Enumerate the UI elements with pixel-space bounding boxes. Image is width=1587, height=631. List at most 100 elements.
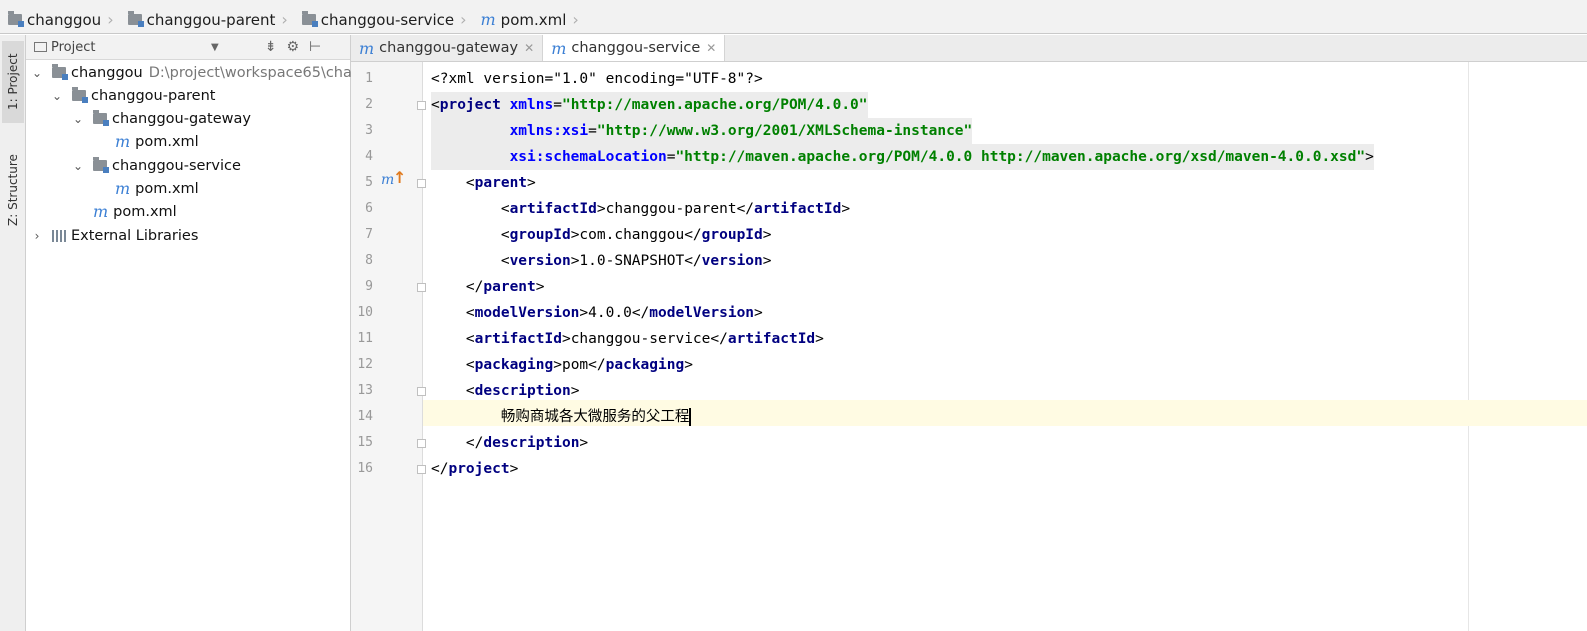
tree-item-service-pom[interactable]: m pom.xml [115,177,199,200]
chevron-down-icon[interactable]: ⌄ [30,66,44,80]
editor-gutter[interactable]: 1 2 3 4 5 6 7 8 9 10 11 12 13 14 15 16 m… [351,62,451,631]
folder-module-icon [301,11,318,27]
line-number: 8 [365,253,373,268]
attr-name: xsi:schemaLocation [509,149,667,165]
line-number: 1 [365,71,373,86]
tree-item-changgou-gateway[interactable]: ⌄ changgou-gateway [71,107,251,130]
breadcrumb-item-changgou-parent[interactable]: changgou-parent › [120,6,294,34]
chevron-down-icon[interactable]: ▼ [211,42,219,53]
line-number: 16 [357,461,373,476]
close-icon[interactable]: ✕ [706,41,716,55]
line-number: 9 [365,279,373,294]
code-line-3: xmlns:xsi="http://www.w3.org/2001/XMLSch… [431,118,973,144]
code-line-16: </project> [431,461,519,477]
tag-name: artifactId [754,201,842,217]
project-view-icon [34,42,47,52]
code-line-5: <parent> [465,175,536,191]
xml-declaration: <?xml version="1.0" encoding="UTF-8"?> [431,71,763,87]
line-number: 13 [357,383,373,398]
code-line-9: </parent> [465,279,545,295]
code-line-12: <packaging>pom</packaging> [465,357,693,373]
line-number: 4 [365,149,373,164]
line-number: 2 [365,97,373,112]
chevron-down-icon[interactable]: ⌄ [50,89,64,103]
gear-icon[interactable]: ⚙ [286,39,299,55]
breadcrumb-item-changgou[interactable]: changgou › [0,6,120,34]
chevron-right-icon: › [107,10,114,29]
tag-name: groupId [509,227,571,243]
breadcrumb-item-changgou-service[interactable]: changgou-service › [294,6,473,34]
maven-m-icon: m [480,10,496,29]
tag-name: project [439,97,501,113]
element-text: 4.0.0 [588,305,632,321]
breadcrumb-label: changgou [27,10,102,29]
line-number: 3 [365,123,373,138]
tag-name: parent [474,175,528,191]
tool-tab-label: Z: Structure [6,154,20,226]
project-view-selector[interactable]: Project [51,40,211,55]
chevron-right-icon: › [281,10,288,29]
tag-name: modelVersion [474,305,580,321]
close-icon[interactable]: ✕ [524,41,534,55]
editor-tab-bar: m changgou-gateway ✕ m changgou-service … [351,35,1587,62]
tree-item-label: changgou [71,64,143,81]
attr-value: "http://maven.apache.org/POM/4.0.0 http:… [675,149,1366,165]
attr-name: xmlns:xsi [509,123,589,139]
right-margin-guide [1468,62,1469,631]
left-tool-strip: 1: Project Z: Structure [0,35,26,631]
code-line-6: <artifactId>changgou-parent</artifactId> [500,201,851,217]
folder-module-icon [72,87,88,103]
tag-name: groupId [701,227,763,243]
tab-label: changgou-gateway [379,40,519,56]
tab-changgou-gateway[interactable]: m changgou-gateway ✕ [351,35,544,61]
library-icon [52,229,66,242]
tree-item-changgou[interactable]: ⌄ changgou D:\project\workspace65\changg [30,61,379,84]
tree-item-label: pom.xml [135,133,199,150]
chevron-right-icon[interactable]: › [30,229,44,243]
chevron-down-icon[interactable]: ⌄ [71,112,85,126]
tag-name: parent [483,279,536,295]
collapse-all-icon[interactable]: ⇟ [265,39,277,55]
code-line-11: <artifactId>changgou-service</artifactId… [465,331,824,347]
folder-module-icon [8,11,24,27]
tag-name: artifactId [509,201,597,217]
tree-item-label: changgou-parent [91,87,216,104]
tree-item-gateway-pom[interactable]: m pom.xml [115,130,199,153]
code-line-13: <description> [465,383,580,399]
tree-item-root-pom[interactable]: m pom.xml [93,200,177,223]
hide-panel-icon[interactable]: ⊢ [309,39,321,55]
project-panel-header: Project ▼ ⇟ ⚙ ⊢ [26,35,350,60]
tag-name: packaging [605,357,685,373]
tag-name: description [474,383,571,399]
code-line-8: <version>1.0-SNAPSHOT</version> [500,253,772,269]
maven-m-icon: m [115,132,131,151]
element-text: changgou-parent [605,201,737,217]
text-cursor [689,408,692,426]
tree-item-label: External Libraries [71,227,199,244]
tree-item-changgou-service[interactable]: ⌄ changgou-service [71,154,241,177]
chevron-down-icon[interactable]: ⌄ [71,159,85,173]
code-line-4: xsi:schemaLocation="http://maven.apache.… [431,144,1374,170]
maven-m-icon: m [115,179,131,198]
element-text: pom [561,357,589,373]
folder-module-icon [93,157,109,173]
tab-changgou-service[interactable]: m changgou-service ✕ [543,35,726,61]
navigate-up-arrow-icon[interactable]: ↑ [393,168,406,187]
tree-item-external-libraries[interactable]: › External Libraries [30,224,199,247]
breadcrumb-label: changgou-parent [146,10,276,29]
code-line-15: </description> [465,435,589,451]
maven-m-icon: m [93,202,109,221]
maven-m-icon: m [551,38,567,58]
tag-name: artifactId [727,331,816,347]
tree-item-changgou-parent[interactable]: ⌄ changgou-parent [50,84,215,107]
tool-tab-structure[interactable]: Z: Structure [2,140,24,240]
tool-tab-label: 1: Project [6,53,20,111]
code-editor[interactable]: <?xml version="1.0" encoding="UTF-8"?> <… [423,62,1587,631]
tool-tab-project[interactable]: 1: Project [2,41,24,123]
breadcrumb-label: changgou-service [320,10,455,29]
chevron-right-icon: › [460,10,467,29]
line-number: 7 [365,227,373,242]
code-line-14: 畅购商城各大微服务的父工程 [431,404,692,430]
breadcrumb-item-pom-xml[interactable]: m pom.xml › [473,6,585,34]
tree-item-label: changgou-service [112,157,241,174]
